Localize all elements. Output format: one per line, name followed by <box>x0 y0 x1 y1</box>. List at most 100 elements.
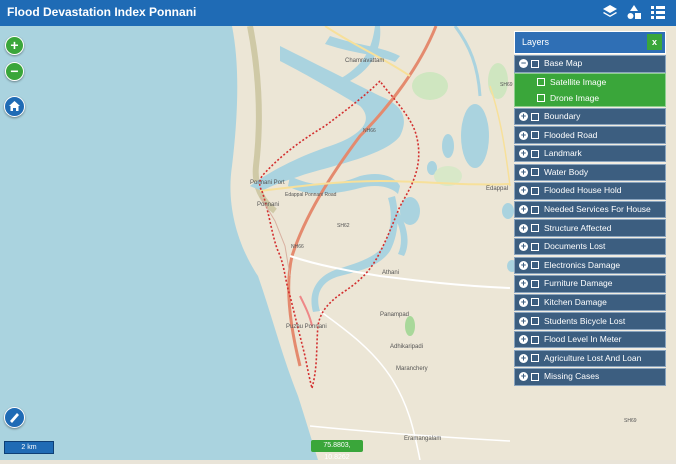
expand-icon[interactable]: + <box>519 130 528 140</box>
layer-checkbox[interactable] <box>531 354 539 363</box>
layer-checkbox[interactable] <box>537 93 545 102</box>
layers-header: Layers x <box>514 31 666 54</box>
layer-checkbox[interactable] <box>537 77 545 86</box>
layer-label: Flood Level In Meter <box>544 334 622 345</box>
layer-base-map[interactable]: − Base Map <box>514 55 666 73</box>
layer-row[interactable]: + Flooded Road <box>514 126 666 144</box>
layer-checkbox[interactable] <box>531 168 539 177</box>
top-bar: Flood Devastation Index Ponnani <box>0 0 676 26</box>
layer-checkbox[interactable] <box>531 279 539 288</box>
layers-icon[interactable] <box>602 4 618 20</box>
layer-label: Needed Services For House <box>544 204 651 215</box>
base-map-options: Satellite Image Drone Image <box>514 72 666 107</box>
layer-checkbox[interactable] <box>531 372 539 381</box>
layer-row[interactable]: + Flood Level In Meter <box>514 331 666 349</box>
layer-row[interactable]: + Water Body <box>514 163 666 181</box>
expand-icon[interactable]: + <box>519 297 528 307</box>
layer-checkbox[interactable] <box>531 186 539 195</box>
place-label: Adhikaripadi <box>390 344 424 350</box>
expand-icon[interactable]: + <box>519 279 528 289</box>
place-label: Edappal <box>486 186 509 192</box>
road-label: SH69 <box>500 82 513 88</box>
road-label: SH69 <box>624 418 637 424</box>
close-layers-button[interactable]: x <box>647 34 662 50</box>
layer-checkbox[interactable] <box>531 205 539 214</box>
sublayer-drone-image[interactable]: Drone Image <box>515 90 665 106</box>
layer-row[interactable]: + Furniture Damage <box>514 275 666 293</box>
layer-label: Students Bicycle Lost <box>544 315 626 326</box>
layer-label: Water Body <box>544 166 589 177</box>
expand-icon[interactable]: + <box>519 353 528 363</box>
layer-row[interactable]: + Missing Cases <box>514 368 666 386</box>
layer-row[interactable]: + Documents Lost <box>514 238 666 256</box>
place-label: Ponnani Port <box>250 180 285 186</box>
road-label: NH66 <box>363 128 376 134</box>
shapes-icon[interactable] <box>626 4 642 20</box>
layer-checkbox[interactable] <box>531 131 539 140</box>
layer-checkbox[interactable] <box>531 242 539 251</box>
layer-checkbox[interactable] <box>531 317 539 326</box>
expand-icon[interactable]: + <box>519 316 528 326</box>
expand-icon[interactable]: + <box>519 167 528 177</box>
layer-checkbox[interactable] <box>531 298 539 307</box>
layer-row[interactable]: + Boundary <box>514 107 666 126</box>
layer-label: Flooded House Hold <box>544 185 622 196</box>
layer-checkbox[interactable] <box>531 112 539 121</box>
layer-row[interactable]: + Flooded House Hold <box>514 182 666 200</box>
layer-row[interactable]: + Landmark <box>514 145 666 163</box>
road-label: NH66 <box>291 244 304 250</box>
expand-icon[interactable]: + <box>519 242 528 252</box>
expand-icon[interactable]: + <box>519 335 528 345</box>
place-label: Chamravattam <box>345 58 385 64</box>
scale-bar: 2 km <box>4 441 54 454</box>
ruler-icon <box>10 413 19 423</box>
collapse-icon[interactable]: − <box>519 59 528 69</box>
layer-label: Structure Affected <box>544 222 612 233</box>
road-label: Edappal Ponnani Road <box>285 192 337 198</box>
layer-label: Landmark <box>544 148 582 159</box>
road-label: SH62 <box>337 223 350 229</box>
expand-icon[interactable]: + <box>519 186 528 196</box>
measure-button[interactable] <box>4 407 25 428</box>
app-title: Flood Devastation Index Ponnani <box>7 5 197 19</box>
home-button[interactable] <box>4 96 25 117</box>
place-label: Ponnani <box>257 202 280 208</box>
layer-checkbox[interactable] <box>531 335 539 344</box>
layer-row[interactable]: + Agriculture Lost And Loan <box>514 349 666 367</box>
toolbar-icons <box>602 4 666 20</box>
layer-list: + Boundary + Flooded Road + Landmark + Water Bo… <box>514 107 666 386</box>
layer-row[interactable]: + Structure Affected <box>514 219 666 237</box>
layer-row[interactable]: + Kitchen Damage <box>514 293 666 312</box>
layer-row[interactable]: + Electronics Damage <box>514 256 666 274</box>
layer-checkbox[interactable] <box>531 149 539 158</box>
place-label: Puzhu Ponnani <box>286 324 327 330</box>
layers-panel: Layers x − Base Map Satellite Image Dron… <box>514 31 666 386</box>
expand-icon[interactable]: + <box>519 260 528 270</box>
place-label: Eramangalam <box>404 436 442 442</box>
zoom-in-button[interactable]: + <box>5 36 24 55</box>
layer-checkbox[interactable] <box>531 59 539 68</box>
list-icon[interactable] <box>650 4 666 20</box>
layer-label: Documents Lost <box>544 241 606 252</box>
layer-label: Drone Image <box>550 92 600 103</box>
expand-icon[interactable]: + <box>519 149 528 159</box>
place-label: Panampad <box>380 312 410 318</box>
place-label: Maranchery <box>396 366 428 372</box>
expand-icon[interactable]: + <box>519 205 528 214</box>
expand-icon[interactable]: + <box>519 112 528 122</box>
layer-label: Electronics Damage <box>544 259 621 270</box>
layer-label: Kitchen Damage <box>544 296 607 307</box>
expand-icon[interactable]: + <box>519 372 528 382</box>
layer-row[interactable]: + Needed Services For House <box>514 200 666 219</box>
layer-label: Agriculture Lost And Loan <box>544 352 642 363</box>
sublayer-satellite-image[interactable]: Satellite Image <box>515 74 665 90</box>
layer-label: Satellite Image <box>550 76 607 87</box>
layer-checkbox[interactable] <box>531 261 539 270</box>
layer-checkbox[interactable] <box>531 224 539 233</box>
layer-label: Boundary <box>544 111 581 122</box>
layer-label: Furniture Damage <box>544 278 613 289</box>
expand-icon[interactable]: + <box>519 223 528 233</box>
layer-row[interactable]: + Students Bicycle Lost <box>514 312 666 330</box>
layer-label: Missing Cases <box>544 371 600 382</box>
zoom-out-button[interactable]: − <box>5 62 24 81</box>
